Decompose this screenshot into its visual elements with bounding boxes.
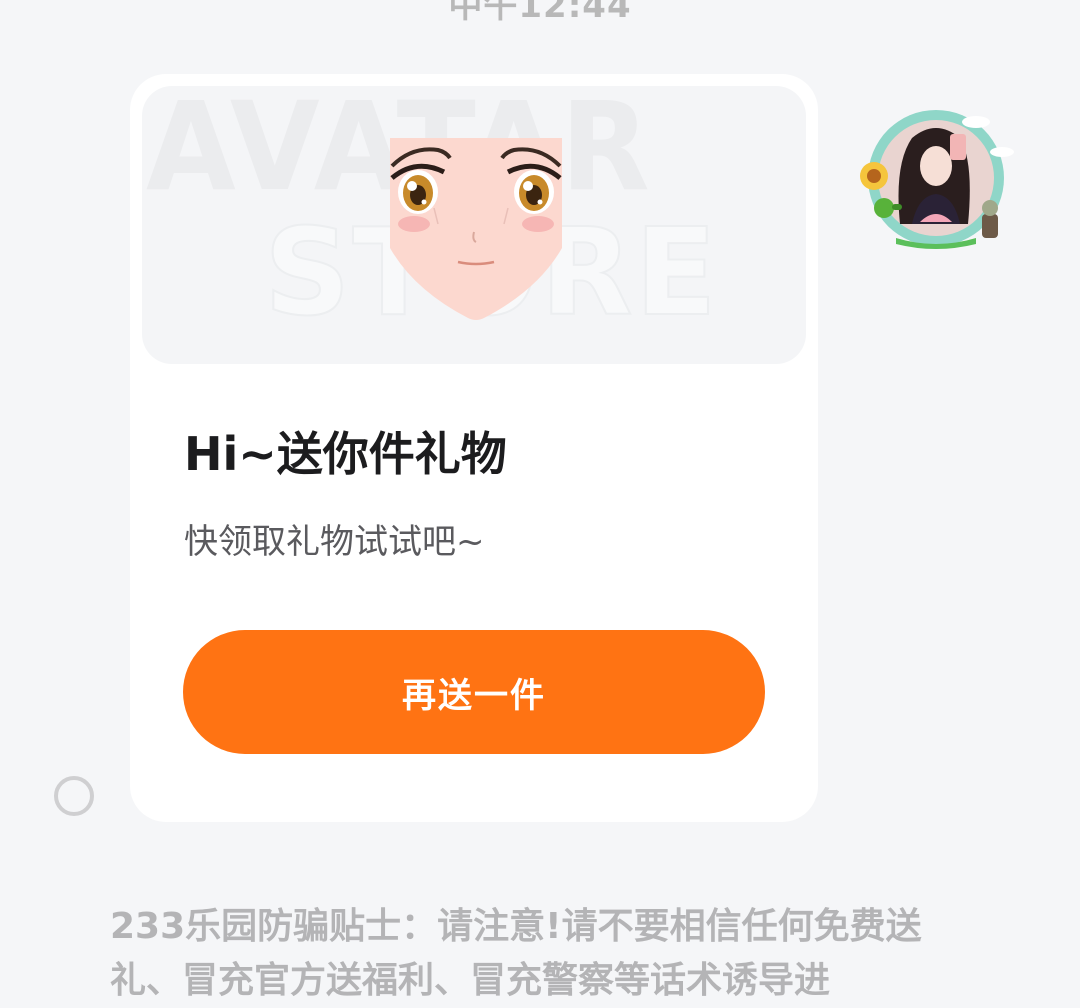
gift-card-title: Hi~送你件礼物 (184, 427, 507, 481)
gift-message-card[interactable]: AVATAR STORE (130, 74, 818, 822)
anti-fraud-notice: 233乐园防骗贴士：请注意!请不要相信任何免费送礼、冒充官方送福利、冒充警察等话… (110, 906, 922, 1001)
gift-card-subtitle: 快领取礼物试试吧~ (184, 522, 485, 562)
user-avatar-icon[interactable] (856, 104, 1016, 252)
radio-circle-icon[interactable] (54, 776, 94, 816)
message-timestamp: 中午12:44 (448, 0, 632, 26)
gift-banner: AVATAR STORE (142, 86, 806, 364)
send-another-gift-button[interactable]: 再送一件 (183, 630, 765, 754)
gift-face-preview (390, 138, 562, 320)
